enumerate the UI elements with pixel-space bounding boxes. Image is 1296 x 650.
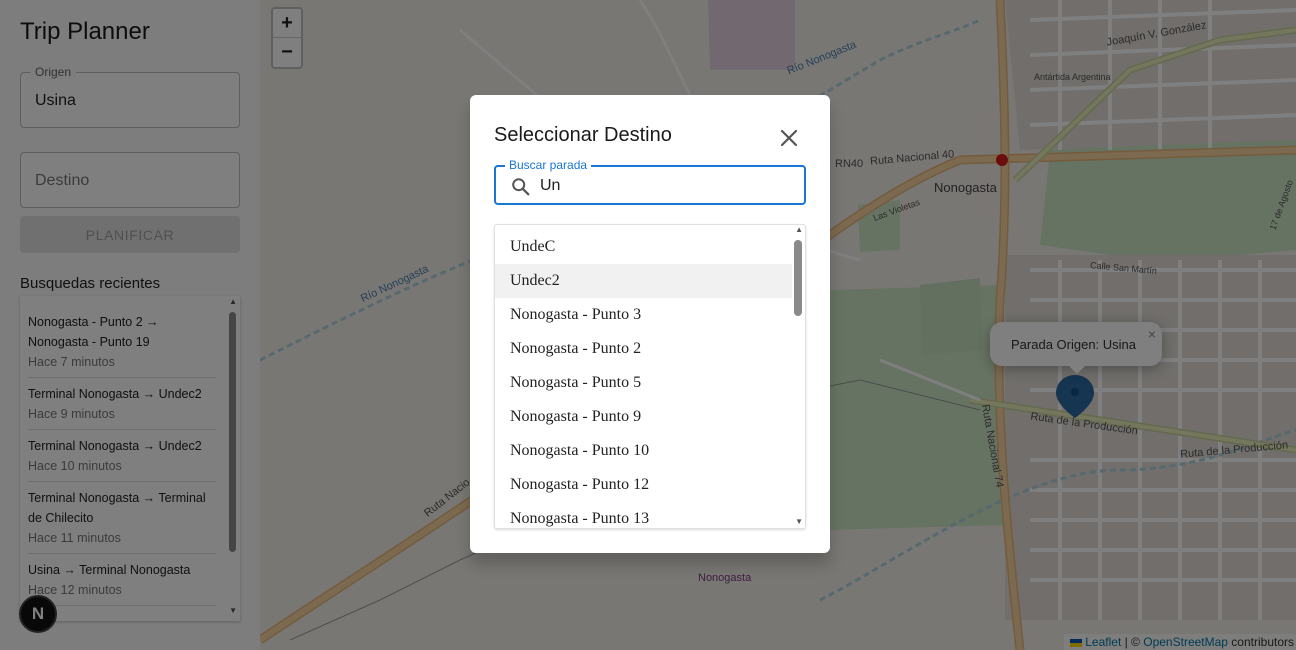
result-item[interactable]: Nonogasta - Punto 5 xyxy=(495,366,792,400)
result-item[interactable]: Nonogasta - Punto 3 xyxy=(495,298,792,332)
result-item[interactable]: Nonogasta - Punto 9 xyxy=(495,400,792,434)
result-item[interactable]: Nonogasta - Punto 10 xyxy=(495,434,792,468)
result-items: UndeC Undec2 Nonogasta - Punto 3 Nonogasta … xyxy=(495,230,792,528)
results-scroll-down-icon[interactable]: ▼ xyxy=(795,517,803,526)
results-scroll-up-icon[interactable]: ▲ xyxy=(795,225,803,234)
result-item[interactable]: Undec2 xyxy=(495,264,792,298)
dialog-title: Seleccionar Destino xyxy=(494,124,672,146)
select-destination-dialog: Seleccionar Destino Buscar parada UndeCU… xyxy=(470,95,830,553)
search-label: Buscar parada xyxy=(505,158,592,172)
results-scrollbar-thumb[interactable] xyxy=(794,240,802,316)
result-item[interactable]: UndeC xyxy=(495,230,792,264)
result-item[interactable]: Nonogasta - Punto 13 xyxy=(495,502,792,528)
search-results-list: UndeC Undec2 Nonogasta - Punto 3 Nonogasta … xyxy=(494,224,806,529)
stop-search-field[interactable]: Buscar parada xyxy=(494,158,806,205)
stop-search-input[interactable] xyxy=(540,174,790,198)
close-icon[interactable] xyxy=(777,126,801,150)
search-icon xyxy=(512,178,530,196)
result-item[interactable]: Nonogasta - Punto 2 xyxy=(495,332,792,366)
result-item[interactable]: Nonogasta - Punto 12 xyxy=(495,468,792,502)
